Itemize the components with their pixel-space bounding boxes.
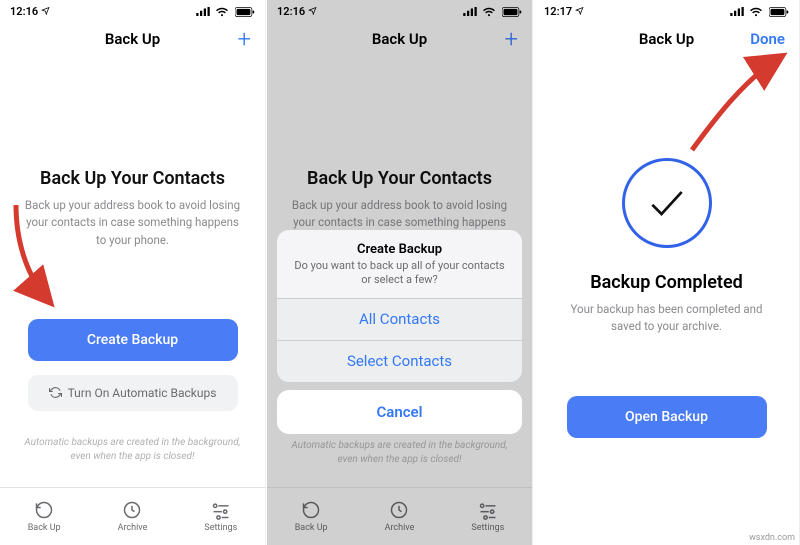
auto-backup-button[interactable]: Turn On Automatic Backups <box>28 375 238 411</box>
heading: Back Up Your Contacts <box>307 168 492 189</box>
battery-icon <box>502 7 522 17</box>
open-backup-button[interactable]: Open Backup <box>567 396 767 438</box>
status-right <box>727 5 789 18</box>
refresh-icon <box>49 386 62 399</box>
add-button[interactable]: + <box>504 25 518 53</box>
nav-title: Back Up <box>105 30 160 48</box>
wifi-icon <box>215 7 229 17</box>
status-time: 12:16 <box>277 5 317 18</box>
action-sheet: Create Backup Do you want to back up all… <box>277 230 522 434</box>
select-contacts-button[interactable]: Select Contacts <box>277 340 522 382</box>
status-bar: 12:17 <box>534 0 799 20</box>
location-icon <box>41 6 50 15</box>
nav-bar: Back Up + <box>0 20 265 58</box>
settings-icon <box>211 500 231 520</box>
tab-backup[interactable]: Back Up <box>281 500 341 533</box>
subtitle: Back up your address book to avoid losin… <box>23 197 243 249</box>
tab-backup[interactable]: Back Up <box>14 500 74 533</box>
nav-bar: Back Up + <box>267 20 532 58</box>
create-backup-button[interactable]: Create Backup <box>28 319 238 361</box>
tab-settings[interactable]: Settings <box>458 500 518 533</box>
tab-settings[interactable]: Settings <box>191 500 251 533</box>
main-content: Backup Completed Your backup has been co… <box>534 58 799 545</box>
add-button[interactable]: + <box>237 25 251 53</box>
heading: Back Up Your Contacts <box>40 168 225 189</box>
backup-icon <box>301 500 321 520</box>
signal-icon <box>730 7 744 16</box>
screenshot-2: 12:16 Back Up + Back Up Your Contacts Ba… <box>267 0 533 545</box>
all-contacts-button[interactable]: All Contacts <box>277 298 522 340</box>
wifi-icon <box>482 7 496 17</box>
settings-icon <box>478 500 498 520</box>
main-content: Back Up Your Contacts Back up your addre… <box>0 58 265 487</box>
battery-icon <box>235 7 255 17</box>
location-icon <box>575 6 584 15</box>
hint-text: Automatic backups are created in the bac… <box>290 439 510 467</box>
checkmark-icon <box>645 181 689 225</box>
tab-bar: Back Up Archive Settings <box>267 487 532 545</box>
status-time: 12:16 <box>10 5 50 18</box>
status-bar: 12:16 <box>0 0 265 20</box>
screenshot-3: 12:17 Back Up Done Backup Completed Your… <box>534 0 800 545</box>
tab-bar: Back Up Archive Settings <box>0 487 265 545</box>
heading: Backup Completed <box>590 272 743 293</box>
sheet-message: Do you want to back up all of your conta… <box>291 259 508 288</box>
nav-title: Back Up <box>372 30 427 48</box>
location-icon <box>308 6 317 15</box>
sheet-header: Create Backup Do you want to back up all… <box>277 230 522 298</box>
archive-icon <box>122 500 142 520</box>
done-button[interactable]: Done <box>750 30 785 48</box>
signal-icon <box>196 7 210 16</box>
signal-icon <box>463 7 477 16</box>
wifi-icon <box>749 7 763 17</box>
status-time: 12:17 <box>544 5 584 18</box>
nav-title: Back Up <box>639 30 694 48</box>
tab-archive[interactable]: Archive <box>369 500 429 533</box>
battery-icon <box>769 7 789 17</box>
archive-icon <box>389 500 409 520</box>
sheet-title: Create Backup <box>291 242 508 257</box>
cancel-button[interactable]: Cancel <box>277 390 522 434</box>
backup-icon <box>34 500 54 520</box>
hint-text: Automatic backups are created in the bac… <box>23 436 243 464</box>
nav-bar: Back Up Done <box>534 20 799 58</box>
status-right <box>193 5 255 18</box>
screenshot-1: 12:16 Back Up + Back Up Your Contacts Ba… <box>0 0 266 545</box>
success-icon <box>622 158 712 248</box>
tab-archive[interactable]: Archive <box>102 500 162 533</box>
status-bar: 12:16 <box>267 0 532 20</box>
subtitle: Your backup has been completed and saved… <box>557 301 777 336</box>
status-right <box>460 5 522 18</box>
watermark: wsxdn.com <box>749 533 795 543</box>
